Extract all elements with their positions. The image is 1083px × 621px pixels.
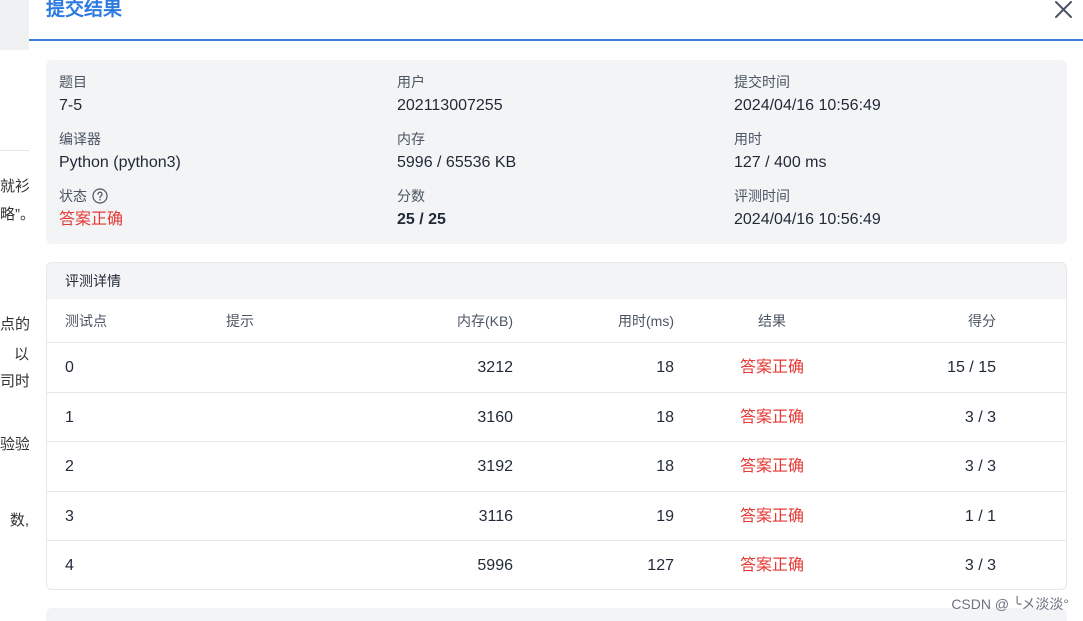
- submit-time-label: 提交时间: [734, 74, 790, 90]
- cell-time: 18: [656, 408, 674, 426]
- table-body: 0 3212 18 答案正确 15 / 15 1 3160 18 答案正确 3 / 3 2 3192 1…: [47, 343, 1066, 589]
- score-value: 25 / 25: [397, 211, 446, 228]
- problem-value: 7-5: [59, 97, 83, 114]
- summary-submit-time: 提交时间 2024/04/16 10:56:49: [734, 72, 881, 117]
- background-text: 数,: [9, 512, 29, 529]
- cell-result: 答案正确: [739, 507, 804, 525]
- column-header-score: 得分: [968, 313, 996, 329]
- time-value: 127 / 400 ms: [734, 154, 827, 171]
- cell-memory: 3116: [478, 507, 513, 525]
- column-header-memory: 内存(KB): [457, 313, 513, 329]
- summary-judge-time: 评测时间 2024/04/16 10:56:49: [734, 186, 881, 231]
- cell-time: 19: [656, 507, 674, 525]
- summary-status: 状态 答案正确: [59, 186, 123, 231]
- score-label: 分数: [397, 188, 425, 204]
- cell-result: 答案正确: [739, 408, 804, 426]
- modal-title: 提交结果: [46, 0, 123, 20]
- column-header-case: 测试点: [65, 313, 107, 329]
- table-header: 测试点 提示 内存(KB) 用时(ms) 结果 得分: [47, 299, 1066, 343]
- cell-memory: 3160: [477, 408, 513, 426]
- judge-time-label: 评测时间: [734, 188, 790, 204]
- user-value: 202113007255: [397, 97, 503, 114]
- submit-time-value: 2024/04/16 10:56:49: [734, 97, 881, 114]
- modal-header: 提交结果: [29, 0, 1083, 41]
- cell-case: 4: [65, 557, 74, 574]
- cell-memory: 3212: [477, 359, 513, 376]
- compiler-value: Python (python3): [59, 154, 181, 171]
- summary-score: 分数 25 / 25: [397, 186, 446, 231]
- submission-summary: 题目 7-5 用户 202113007255 提交时间 2024/04/16 1…: [46, 60, 1067, 244]
- column-header-time: 用时(ms): [618, 313, 674, 329]
- cell-score: 15 / 15: [947, 359, 996, 376]
- close-icon: [1055, 1, 1072, 18]
- background-divider: [0, 150, 29, 151]
- table-row: 4 5996 127 答案正确 3 / 3: [47, 541, 1066, 589]
- csdn-watermark: CSDN @ ╰メ淡淡°: [951, 596, 1069, 612]
- cell-case: 2: [65, 458, 74, 475]
- submission-result-modal: 提交结果 题目 7-5 用户 202113007255 提交时间 2024/04…: [29, 0, 1083, 621]
- table-row: 2 3192 18 答案正确 3 / 3: [47, 442, 1066, 492]
- judge-detail-title: 评测详情: [47, 263, 1066, 299]
- cell-score: 3 / 3: [964, 458, 996, 475]
- status-label-row: 状态: [59, 186, 123, 206]
- user-label: 用户: [397, 74, 425, 90]
- summary-problem: 题目 7-5: [59, 72, 87, 117]
- judge-time-value: 2024/04/16 10:56:49: [734, 211, 881, 228]
- summary-memory: 内存 5996 / 65536 KB: [397, 129, 516, 174]
- cell-result: 答案正确: [739, 557, 804, 574]
- summary-user: 用户 202113007255: [397, 72, 503, 117]
- background-text: 就衫: [0, 178, 29, 195]
- table-row: 3 3116 19 答案正确 1 / 1: [47, 492, 1066, 541]
- cell-score: 1 / 1: [964, 507, 996, 525]
- judge-detail-panel: 评测详情 测试点 提示 内存(KB) 用时(ms) 结果 得分 0 3212 18 答…: [46, 262, 1067, 590]
- column-header-hint: 提示: [226, 313, 254, 329]
- memory-label: 内存: [397, 131, 425, 147]
- cell-time: 127: [647, 557, 674, 574]
- cell-time: 18: [656, 458, 674, 475]
- cell-case: 0: [65, 359, 74, 376]
- cell-memory: 3192: [477, 458, 513, 475]
- background-header: [0, 0, 29, 50]
- background-text: 验验: [0, 436, 29, 453]
- column-header-result: 结果: [758, 313, 786, 329]
- cell-score: 3 / 3: [964, 408, 996, 426]
- submitted-code-panel: [46, 608, 1067, 621]
- background-text: 点的: [0, 316, 29, 333]
- summary-time: 用时 127 / 400 ms: [734, 129, 827, 174]
- cell-time: 18: [656, 359, 674, 376]
- memory-value: 5996 / 65536 KB: [397, 154, 517, 171]
- cell-result: 答案正确: [739, 458, 804, 475]
- status-label: 状态: [59, 188, 87, 204]
- cell-memory: 5996: [477, 557, 513, 574]
- compiler-label: 编译器: [59, 131, 101, 147]
- cell-score: 3 / 3: [964, 557, 996, 574]
- problem-label: 题目: [59, 74, 87, 90]
- help-icon[interactable]: [92, 188, 108, 204]
- cell-case: 1: [65, 408, 74, 426]
- table-row: 0 3212 18 答案正确 15 / 15: [47, 343, 1066, 393]
- status-value: 答案正确: [59, 211, 124, 228]
- background-text: 略”。: [0, 206, 29, 223]
- background-page: 就衫 略”。 点的 以 司时 验验 数,: [0, 0, 29, 621]
- background-text: 以: [13, 346, 29, 363]
- cell-case: 3: [65, 507, 74, 525]
- close-button[interactable]: [1053, 0, 1073, 20]
- background-text: 司时: [0, 373, 29, 390]
- time-label: 用时: [734, 131, 762, 147]
- cell-result: 答案正确: [739, 359, 804, 376]
- table-row: 1 3160 18 答案正确 3 / 3: [47, 393, 1066, 442]
- summary-compiler: 编译器 Python (python3): [59, 129, 181, 174]
